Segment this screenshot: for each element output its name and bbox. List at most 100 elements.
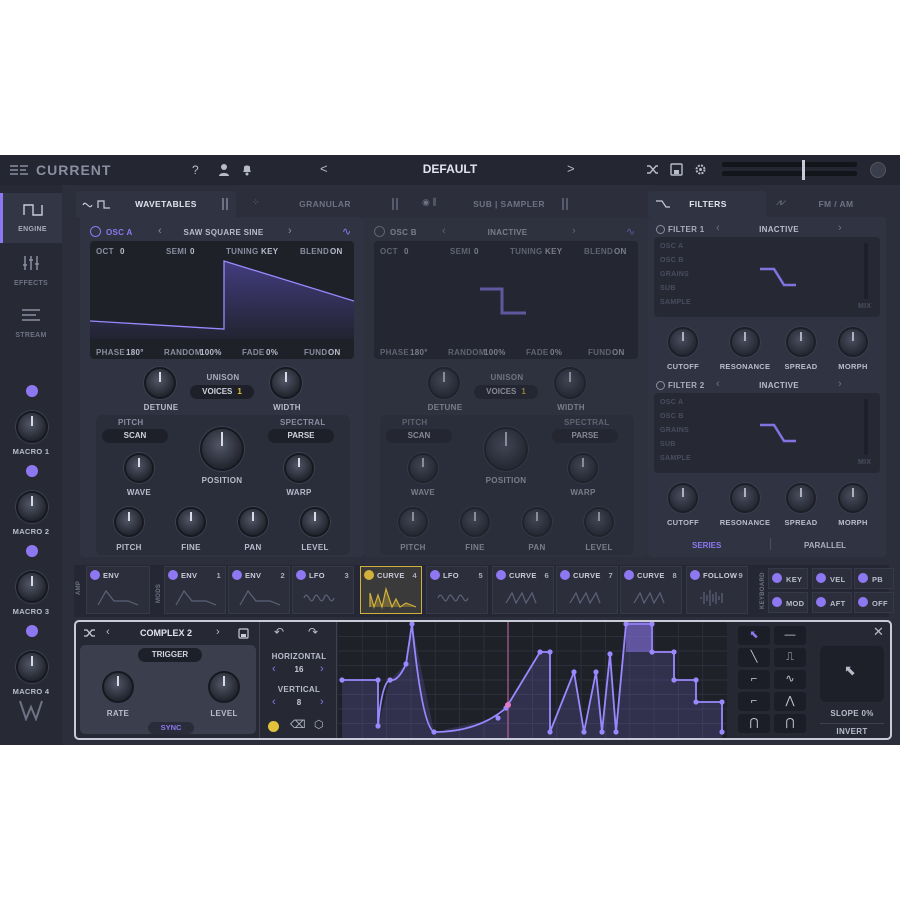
mod-drag-icon[interactable] — [430, 570, 440, 580]
mod-slot-curve-4[interactable]: CURVE 4 — [360, 566, 422, 614]
kb-source-aft[interactable]: AFT — [812, 592, 852, 613]
shuffle-icon[interactable] — [646, 163, 659, 176]
kb-source-vel[interactable]: VEL — [812, 568, 852, 589]
cutoff-knob[interactable] — [668, 327, 698, 357]
kb-source-pb[interactable]: PB — [854, 568, 894, 589]
sidebar-item-effects[interactable]: EFFECTS — [0, 247, 62, 297]
filter-source[interactable]: OSC B — [660, 257, 684, 264]
fine-knob[interactable] — [176, 507, 206, 537]
level-knob[interactable] — [208, 671, 240, 703]
horizontal-decrease-button[interactable]: ‹ — [272, 663, 276, 675]
morph-knob[interactable] — [838, 327, 868, 357]
detune-knob[interactable] — [428, 367, 460, 399]
mod-slot-curve-6[interactable]: CURVE 6 — [492, 566, 554, 614]
preset-next-button[interactable]: > — [567, 161, 575, 176]
kb-source-key[interactable]: KEY — [768, 568, 808, 589]
tab-granular[interactable]: ⁘ GRANULAR — [240, 191, 410, 217]
close-icon[interactable]: ✕ — [873, 624, 884, 640]
slope-readout[interactable]: SLOPE 0% — [820, 709, 884, 718]
wave-knob[interactable] — [408, 453, 438, 483]
dice-icon[interactable]: ⬡ — [314, 718, 324, 731]
pan-knob[interactable] — [238, 507, 268, 537]
filter-next-button[interactable]: › — [838, 222, 842, 234]
pause-icon[interactable] — [562, 198, 568, 210]
morph-knob[interactable] — [838, 483, 868, 513]
mix-slider[interactable] — [864, 399, 868, 455]
param-value[interactable]: ON — [614, 247, 627, 256]
power-icon[interactable] — [374, 226, 385, 237]
preset-next-button[interactable]: › — [216, 626, 220, 638]
param-value[interactable]: KEY — [261, 247, 278, 256]
spread-knob[interactable] — [786, 483, 816, 513]
scan-select[interactable]: SCAN — [386, 429, 452, 443]
curve-display[interactable] — [338, 622, 727, 738]
tab-filters[interactable]: FILTERS — [648, 191, 766, 217]
power-icon[interactable] — [90, 226, 101, 237]
param-value[interactable]: 0% — [550, 348, 562, 357]
tab-sub-sampler[interactable]: ◉ ⫼ SUB | SAMPLER — [412, 191, 582, 217]
param-value[interactable]: 0 — [190, 247, 195, 256]
gear-icon[interactable] — [694, 163, 707, 176]
filter-source[interactable]: GRAINS — [660, 427, 689, 434]
filter-source[interactable]: OSC A — [660, 399, 683, 406]
filter-display[interactable]: OSC A OSC B GRAINS SUB SAMPLE MIX — [654, 237, 880, 317]
macro-mod-dot[interactable] — [26, 545, 38, 557]
hump-shape-icon[interactable]: ⋂ — [774, 714, 806, 733]
preset-name[interactable]: DEFAULT — [400, 162, 500, 176]
mod-slot-curve-7[interactable]: CURVE 7 — [556, 566, 618, 614]
pause-icon[interactable] — [392, 198, 398, 210]
power-icon[interactable] — [656, 381, 665, 390]
wave-mode-icon[interactable]: ∿ — [342, 225, 351, 238]
width-knob[interactable] — [270, 367, 302, 399]
mod-drag-icon[interactable] — [364, 570, 374, 580]
mod-drag-icon[interactable] — [560, 570, 570, 580]
mix-slider[interactable] — [864, 243, 868, 299]
ramp-shape-icon[interactable]: ╲ — [738, 648, 770, 667]
param-value[interactable]: 100% — [200, 348, 222, 357]
param-value[interactable]: 180° — [126, 348, 144, 357]
save-icon[interactable] — [670, 163, 683, 176]
pan-knob[interactable] — [522, 507, 552, 537]
power-icon[interactable] — [656, 225, 665, 234]
tab-fm-am[interactable]: ⩘⩗ FM / AM — [770, 191, 885, 217]
triangle-shape-icon[interactable]: ⋀ — [774, 692, 806, 711]
vertical-increase-button[interactable]: › — [320, 696, 324, 708]
filter-type[interactable]: INACTIVE — [742, 225, 816, 234]
wave-prev-button[interactable]: ‹ — [158, 225, 162, 237]
tab-wavetables[interactable]: WAVETABLES — [76, 191, 236, 217]
filter-source[interactable]: SAMPLE — [660, 299, 691, 306]
warp-knob[interactable] — [284, 453, 314, 483]
preset-prev-button[interactable]: ‹ — [106, 626, 110, 638]
bell-icon[interactable] — [241, 163, 253, 176]
warp-knob[interactable] — [568, 453, 598, 483]
wavetable-display[interactable] — [90, 241, 354, 359]
width-knob[interactable] — [554, 367, 586, 399]
curve-mode-icon[interactable] — [870, 162, 886, 178]
ease-shape-icon[interactable]: ⌐ — [738, 692, 770, 711]
level-knob[interactable] — [584, 507, 614, 537]
select-tool-icon[interactable]: ⬉ — [738, 626, 770, 645]
curve-graph[interactable] — [338, 622, 727, 738]
param-value[interactable]: 0 — [474, 247, 479, 256]
filter-prev-button[interactable]: ‹ — [716, 378, 720, 390]
sidebar-item-engine[interactable]: ENGINE — [0, 193, 62, 243]
wave-prev-button[interactable]: ‹ — [442, 225, 446, 237]
undo-icon[interactable]: ↶ — [274, 625, 284, 639]
sidebar-item-stream[interactable]: STREAM — [0, 299, 62, 349]
filter-source[interactable]: OSC B — [660, 413, 684, 420]
wavetable-name[interactable]: SAW SQUARE SINE — [176, 228, 271, 237]
curve-preset-name[interactable]: COMPLEX 2 — [126, 628, 206, 638]
volume-slider-handle[interactable] — [802, 160, 805, 180]
spread-knob[interactable] — [786, 327, 816, 357]
preset-prev-button[interactable]: < — [320, 161, 328, 176]
macro-knob[interactable] — [16, 571, 48, 603]
save-icon[interactable] — [238, 628, 249, 639]
mod-drag-icon[interactable] — [496, 570, 506, 580]
kb-source-mod[interactable]: MOD — [768, 592, 808, 613]
macro-knob[interactable] — [16, 411, 48, 443]
mod-drag-icon[interactable] — [168, 570, 178, 580]
param-value[interactable]: 0 — [120, 247, 125, 256]
param-value[interactable]: 100% — [484, 348, 506, 357]
help-icon[interactable]: ? — [192, 163, 199, 177]
wavetable-display[interactable] — [374, 241, 638, 359]
